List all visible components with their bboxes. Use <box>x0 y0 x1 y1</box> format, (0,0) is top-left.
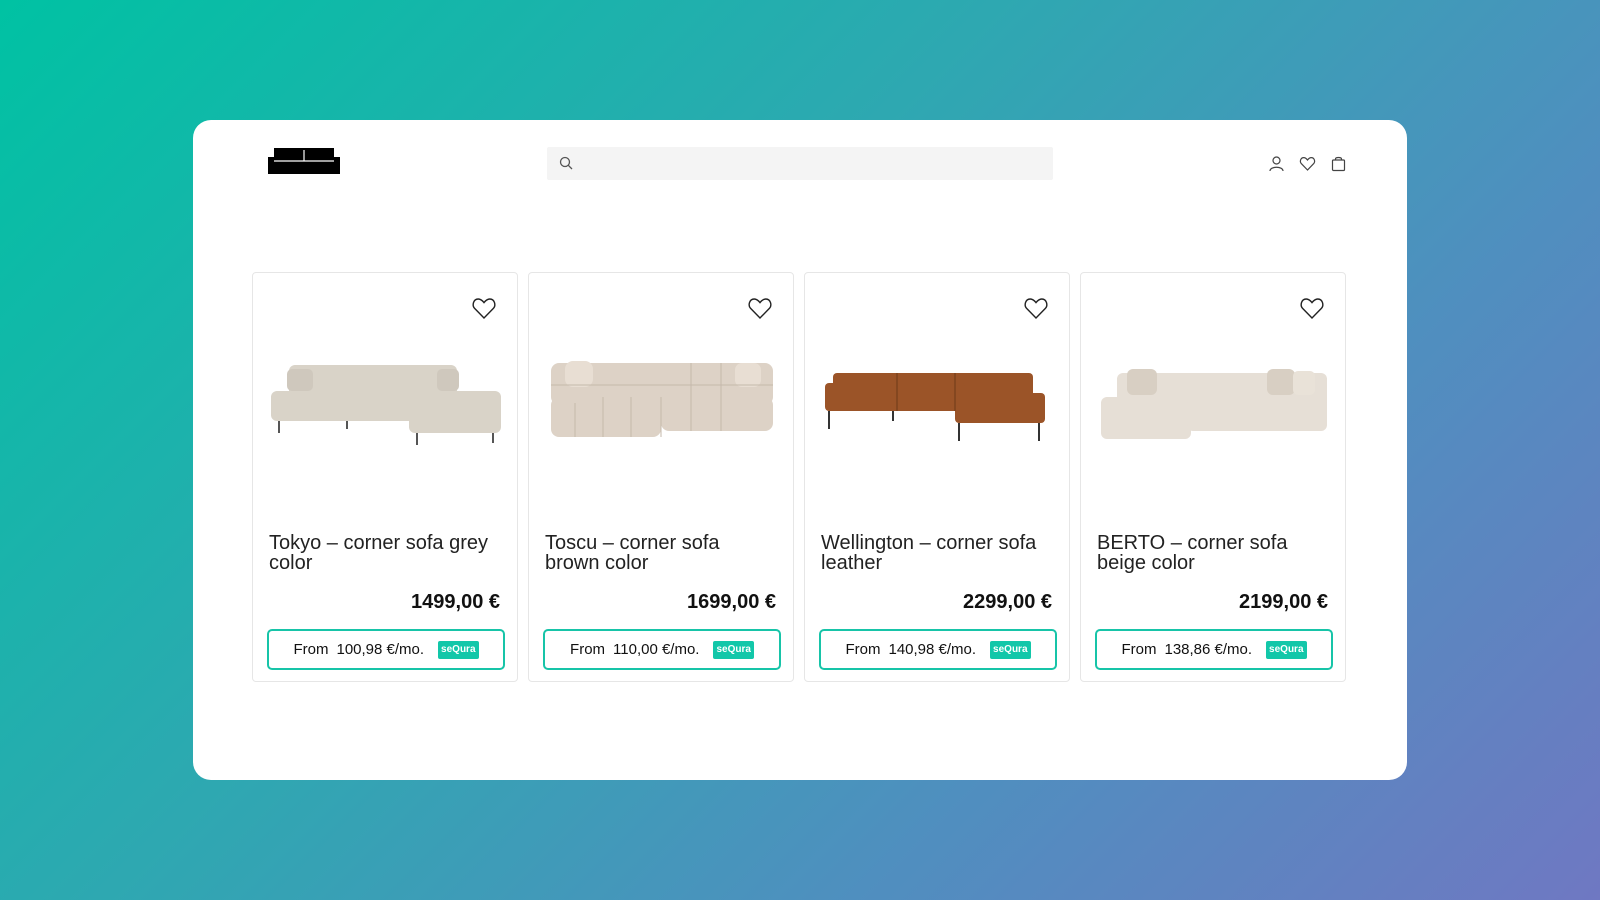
product-card[interactable]: Tokyo – corner sofa grey color 1499,00 €… <box>252 272 518 682</box>
sequra-badge: seQura <box>990 640 1031 659</box>
finance-from-label: From <box>293 641 329 658</box>
sofa-illustration <box>1101 369 1327 439</box>
product-grid: Tokyo – corner sofa grey color 1499,00 €… <box>252 272 1346 682</box>
sequra-badge: seQura <box>1266 640 1307 659</box>
product-image <box>825 373 1045 441</box>
product-image <box>551 361 773 437</box>
user-icon[interactable] <box>1268 155 1285 172</box>
search-bar[interactable] <box>547 147 1053 180</box>
product-price: 1699,00 € <box>687 591 776 613</box>
sofa-illustration <box>825 373 1045 441</box>
financing-button[interactable]: From 110,00 €/mo. seQura <box>543 629 781 670</box>
finance-from-label: From <box>570 641 606 658</box>
shop-window: Tokyo – corner sofa grey color 1499,00 €… <box>193 120 1407 780</box>
product-price: 1499,00 € <box>411 591 500 613</box>
finance-amount: 100,98 €/mo. <box>336 641 425 658</box>
favorite-heart-icon[interactable] <box>747 295 773 321</box>
product-price: 2299,00 € <box>963 591 1052 613</box>
sofa-logo-icon[interactable] <box>268 148 340 174</box>
finance-amount: 110,00 €/mo. <box>613 641 700 658</box>
product-card[interactable]: Toscu – corner sofa brown color 1699,00 … <box>528 272 794 682</box>
sequra-badge: seQura <box>713 640 754 659</box>
finance-from-label: From <box>845 641 881 658</box>
bag-icon[interactable] <box>1330 155 1347 172</box>
search-icon <box>559 156 573 170</box>
financing-button[interactable]: From 100,98 €/mo. seQura <box>267 629 505 670</box>
sofa-illustration <box>551 361 773 437</box>
header-actions <box>1268 155 1347 172</box>
product-title[interactable]: Tokyo – corner sofa grey color <box>269 533 503 573</box>
finance-from-label: From <box>1121 641 1157 658</box>
product-price: 2199,00 € <box>1239 591 1328 613</box>
favorite-heart-icon[interactable] <box>471 295 497 321</box>
finance-amount: 138,86 €/mo. <box>1164 641 1253 658</box>
financing-button[interactable]: From 138,86 €/mo. seQura <box>1095 629 1333 670</box>
finance-amount: 140,98 €/mo. <box>888 641 977 658</box>
heart-icon[interactable] <box>1299 155 1316 172</box>
product-card[interactable]: Wellington – corner sofa leather 2299,00… <box>804 272 1070 682</box>
product-card[interactable]: BERTO – corner sofa beige color 2199,00 … <box>1080 272 1346 682</box>
product-title[interactable]: BERTO – corner sofa beige color <box>1097 533 1331 573</box>
product-title[interactable]: Toscu – corner sofa brown color <box>545 533 779 573</box>
financing-button[interactable]: From 140,98 €/mo. seQura <box>819 629 1057 670</box>
sofa-illustration <box>271 365 501 445</box>
sequra-badge: seQura <box>438 640 479 659</box>
product-image <box>1101 369 1327 439</box>
favorite-heart-icon[interactable] <box>1299 295 1325 321</box>
product-title[interactable]: Wellington – corner sofa leather <box>821 533 1055 573</box>
product-image <box>271 365 501 445</box>
favorite-heart-icon[interactable] <box>1023 295 1049 321</box>
